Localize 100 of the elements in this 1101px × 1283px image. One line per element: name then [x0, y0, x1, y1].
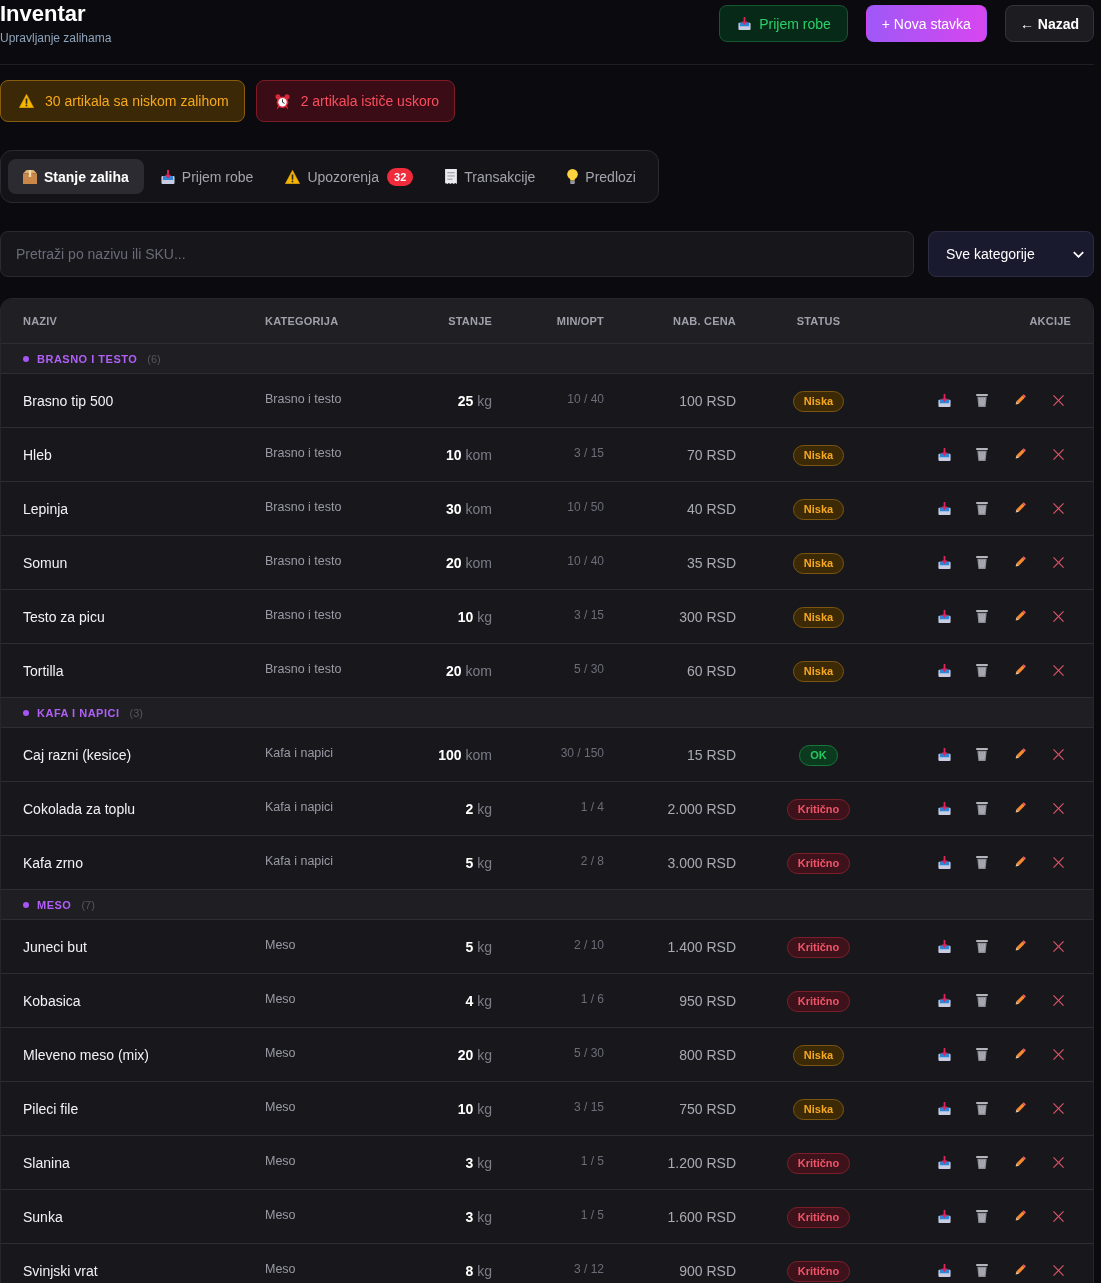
tab[interactable]: Predlozi	[552, 159, 651, 194]
status-badge: Kritično	[786, 853, 851, 874]
category-label: Brasno i testo	[265, 446, 342, 460]
count-badge: 32	[387, 167, 414, 186]
min-opt-value: 10 / 50	[567, 500, 604, 514]
product-name: Brasno tip 500	[23, 392, 114, 409]
pencil-icon	[1013, 448, 1027, 461]
x-mark-icon	[1052, 1157, 1064, 1168]
stock-quantity: 25 kg	[457, 392, 492, 409]
x-mark-icon	[1052, 665, 1064, 676]
page-title: Inventar	[0, 1, 87, 26]
tab[interactable]: Upozorenja 32	[270, 159, 429, 194]
price-value: 950 RSD	[679, 992, 736, 1009]
product-name: Pileci file	[23, 1100, 79, 1117]
pencil-icon	[1013, 994, 1027, 1007]
price-value: 800 RSD	[679, 1046, 736, 1063]
stock-quantity: 3 kg	[465, 1208, 492, 1225]
warning-icon	[285, 169, 301, 184]
product-name: Lepinja	[23, 500, 69, 517]
status-badge: Niska	[792, 553, 845, 574]
trash-icon	[976, 556, 988, 569]
pencil-icon	[1013, 802, 1027, 815]
min-opt-value: 1 / 4	[580, 800, 604, 814]
price-value: 1.600 RSD	[667, 1208, 736, 1225]
price-value: 2.000 RSD	[667, 800, 736, 817]
pencil-icon	[1013, 394, 1027, 407]
status-badge: OK	[799, 745, 838, 766]
stock-quantity: 100 kom	[438, 746, 492, 763]
tab[interactable]: Stanje zaliha	[8, 159, 144, 194]
stock-quantity: 20 kom	[446, 554, 492, 571]
group-title: BRASNO I TESTO	[37, 352, 138, 365]
x-mark-icon	[1052, 1103, 1064, 1114]
x-mark-icon	[1052, 857, 1064, 868]
light-bulb-icon	[567, 169, 579, 184]
column-header: KATEGORIJA	[265, 315, 339, 327]
product-name: Kafa zrno	[23, 854, 83, 871]
trash-icon	[976, 664, 988, 677]
min-opt-value: 1 / 5	[580, 1208, 604, 1222]
x-mark-icon	[1052, 395, 1064, 406]
category-label: Brasno i testo	[265, 554, 342, 568]
tab[interactable]: Transakcije	[430, 159, 551, 194]
price-value: 60 RSD	[686, 662, 736, 679]
group-title: MESO	[37, 898, 72, 911]
pencil-icon	[1013, 940, 1027, 953]
group-count: (6)	[147, 352, 161, 365]
pencil-icon	[1013, 556, 1027, 569]
stock-quantity: 5 kg	[465, 938, 492, 955]
stock-quantity: 10 kom	[446, 446, 492, 463]
inbox-tray-icon	[937, 394, 951, 407]
inbox-tray-icon	[937, 502, 951, 515]
trash-icon	[976, 856, 988, 869]
column-header: NAB. CENA	[673, 315, 736, 327]
trash-icon	[976, 748, 988, 761]
search-field[interactable]: Pretraži po nazivu ili SKU...	[0, 231, 914, 277]
group-dot-icon	[23, 709, 29, 716]
new-item-button[interactable]: + Nova stavka	[865, 5, 987, 42]
x-mark-icon	[1052, 749, 1064, 760]
stock-quantity: 20 kg	[457, 1046, 492, 1063]
pencil-icon	[1013, 502, 1027, 515]
status-badge: Niska	[792, 1045, 845, 1066]
tab[interactable]: Prijem robe	[145, 159, 269, 194]
pencil-icon	[1013, 610, 1027, 623]
inbox-tray-icon	[937, 802, 951, 815]
category-label: Kafa i napici	[265, 800, 334, 814]
status-badge: Niska	[792, 661, 845, 682]
group-dot-icon	[23, 355, 29, 362]
status-badge: Niska	[792, 499, 845, 520]
min-opt-value: 2 / 10	[573, 938, 604, 952]
inbox-tray-icon	[937, 1264, 951, 1277]
pencil-icon	[1013, 748, 1027, 761]
stock-quantity: 8 kg	[465, 1262, 492, 1279]
price-value: 70 RSD	[686, 446, 736, 463]
trash-icon	[976, 610, 988, 623]
pencil-icon	[1013, 1210, 1027, 1223]
status-badge: Kritično	[786, 937, 851, 958]
min-opt-value: 3 / 15	[573, 446, 604, 460]
column-header: STATUS	[796, 315, 841, 327]
stock-quantity: 2 kg	[465, 800, 492, 817]
stock-quantity: 20 kom	[446, 662, 492, 679]
warning-icon	[19, 94, 34, 108]
min-opt-value: 3 / 12	[573, 1262, 604, 1276]
category-label: Brasno i testo	[265, 608, 342, 622]
x-mark-icon	[1052, 995, 1064, 1006]
price-value: 35 RSD	[686, 554, 736, 571]
x-mark-icon	[1052, 803, 1064, 814]
back-button[interactable]: ← Nazad	[1004, 5, 1094, 42]
price-value: 3.000 RSD	[667, 854, 736, 871]
price-value: 1.200 RSD	[667, 1154, 736, 1171]
category-label: Meso	[265, 1046, 296, 1060]
min-opt-value: 1 / 6	[580, 992, 604, 1006]
x-mark-icon	[1052, 449, 1064, 460]
column-header: STANJE	[448, 315, 492, 327]
status-badge: Kritično	[786, 991, 851, 1012]
category-select[interactable]: Sve kategorije	[928, 231, 1094, 277]
status-badge: Niska	[792, 445, 845, 466]
min-opt-value: 10 / 40	[567, 392, 604, 406]
min-opt-value: 3 / 15	[573, 608, 604, 622]
receive-goods-button[interactable]: Prijem robe	[719, 5, 848, 42]
price-value: 15 RSD	[686, 746, 736, 763]
category-label: Brasno i testo	[265, 662, 342, 676]
